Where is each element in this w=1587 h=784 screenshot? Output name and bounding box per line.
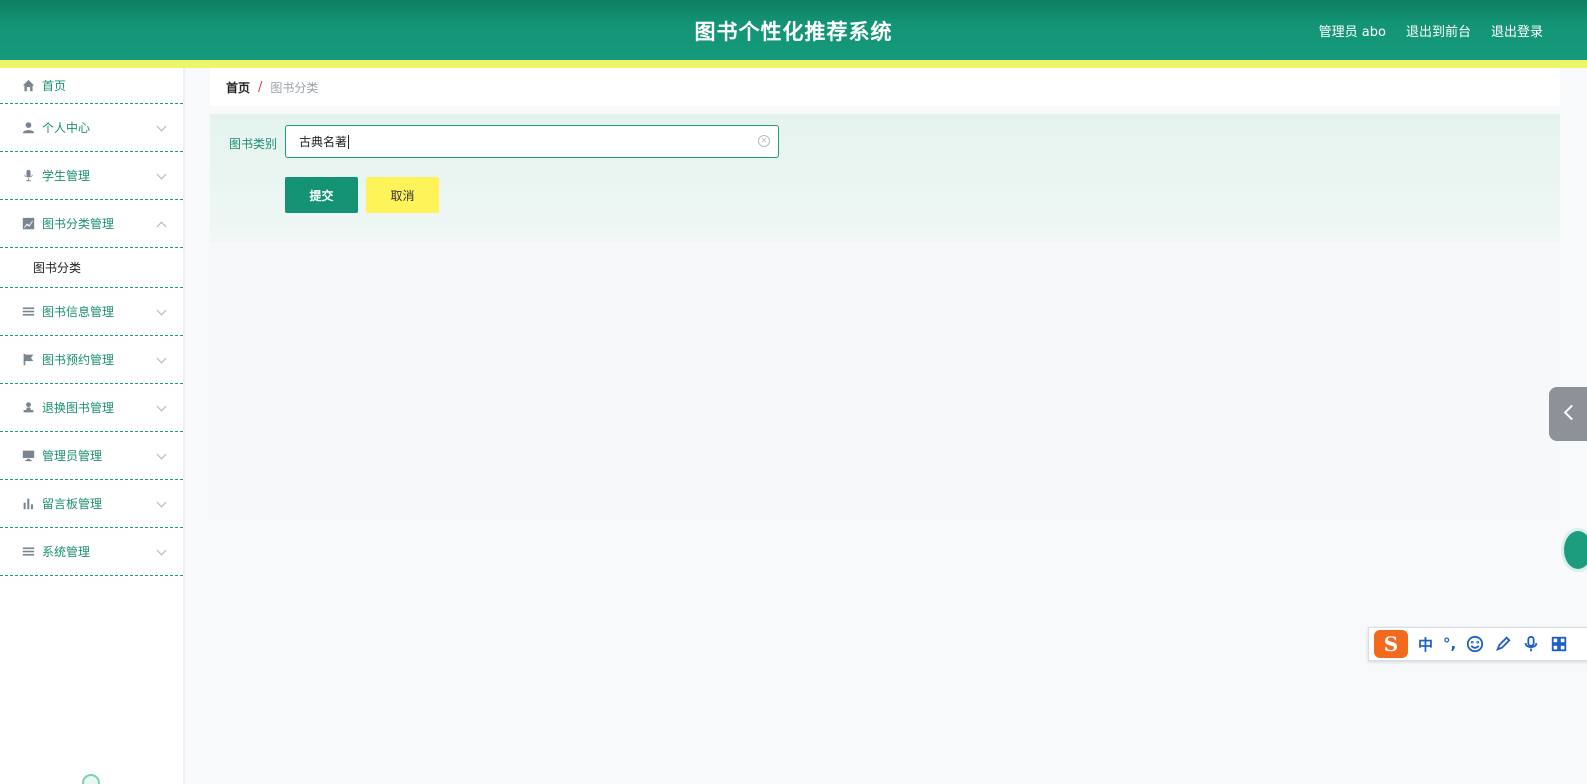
ime-language-toggle[interactable]: 中 (1418, 634, 1433, 655)
chevron-down-icon (156, 401, 167, 411)
bar-chart-icon (21, 497, 35, 511)
sidebar-item-system-mgmt[interactable]: 系统管理 (0, 528, 183, 576)
clear-icon[interactable]: ✕ (758, 135, 770, 147)
sidebar-item-book-reservation-mgmt[interactable]: 图书预约管理 (0, 336, 183, 384)
sidebar-item-label: 图书信息管理 (42, 305, 115, 319)
floating-assistant-button[interactable] (1561, 528, 1587, 572)
sidebar-item-label: 个人中心 (42, 121, 91, 135)
user-icon (21, 121, 35, 135)
sidebar-item-label: 管理员管理 (42, 449, 103, 463)
header-actions: 管理员 abo 退出到前台 退出登录 (1319, 21, 1543, 40)
sidebar-item-label: 系统管理 (42, 545, 91, 559)
ime-toolbar: S 中 °, (1368, 627, 1587, 661)
book-category-form: 图书类别 古典名著 ✕ 提交 取消 (210, 114, 1560, 242)
sidebar-item-message-board-mgmt[interactable]: 留言板管理 (0, 480, 183, 528)
chevron-down-icon (156, 353, 167, 363)
sidebar-item-profile[interactable]: 个人中心 (0, 104, 183, 152)
user-stamp-icon (21, 401, 35, 415)
sidebar-item-home[interactable]: 首页 (0, 68, 183, 104)
chevron-down-icon (156, 169, 167, 179)
breadcrumb-current: 图书分类 (270, 80, 319, 95)
sidebar-item-book-info-mgmt[interactable]: 图书信息管理 (0, 288, 183, 336)
menu-icon (21, 545, 35, 559)
chevron-down-icon (156, 121, 167, 131)
monitor-icon (21, 449, 35, 463)
text-caret (348, 134, 350, 149)
header: 图书个性化推荐系统 管理员 abo 退出到前台 退出登录 (0, 0, 1587, 68)
content-area (210, 242, 1560, 520)
current-user-label: 管理员 abo (1318, 25, 1386, 40)
voice-icon[interactable] (1522, 635, 1540, 653)
sidebar-subitem-book-category[interactable]: 图书分类 (0, 248, 183, 288)
sidebar-item-label: 图书预约管理 (42, 353, 115, 367)
submit-button[interactable]: 提交 (285, 177, 358, 213)
sidebar-item-label: 首页 (42, 79, 67, 93)
chevron-down-icon (156, 449, 167, 459)
breadcrumb-home[interactable]: 首页 (226, 79, 250, 96)
toolbox-icon[interactable] (1550, 635, 1568, 653)
sidebar-item-students[interactable]: 学生管理 (0, 152, 183, 200)
sidebar-item-label: 退换图书管理 (42, 401, 115, 415)
ime-punctuation-toggle[interactable]: °, (1443, 635, 1456, 653)
microphone-icon (21, 169, 35, 183)
category-input-value: 古典名著 (299, 135, 348, 149)
home-icon (21, 79, 35, 93)
list-icon (21, 305, 35, 319)
header-bar: 图书个性化推荐系统 管理员 abo 退出到前台 退出登录 (0, 0, 1587, 60)
category-label: 图书类别 (229, 137, 278, 151)
logout-link[interactable]: 退出登录 (1491, 21, 1543, 40)
sidebar: 首页 个人中心 学生管理 图书分类管理 图书分类 图书信息管理 图书预约管理 退… (0, 68, 185, 784)
chevron-down-icon (156, 545, 167, 555)
emoji-icon[interactable] (1466, 635, 1484, 653)
sidebar-bottom-icon (82, 774, 100, 784)
sidebar-item-label: 学生管理 (42, 169, 91, 183)
side-collapse-tab[interactable] (1549, 387, 1587, 441)
category-input[interactable]: 古典名著 ✕ (285, 125, 779, 158)
sidebar-item-label: 留言板管理 (42, 497, 103, 511)
sidebar-item-book-category-mgmt[interactable]: 图书分类管理 (0, 200, 183, 248)
sidebar-item-label: 图书分类管理 (42, 217, 115, 231)
sidebar-item-book-return-mgmt[interactable]: 退换图书管理 (0, 384, 183, 432)
sidebar-item-admin-mgmt[interactable]: 管理员管理 (0, 432, 183, 480)
chart-icon (21, 217, 35, 231)
chevron-left-icon (1563, 404, 1580, 421)
chevron-down-icon (156, 497, 167, 507)
chevron-down-icon (156, 305, 167, 315)
handwriting-icon[interactable] (1494, 635, 1512, 653)
chevron-up-icon (156, 221, 167, 231)
cancel-button[interactable]: 取消 (366, 177, 439, 213)
exit-to-front-link[interactable]: 退出到前台 (1406, 21, 1471, 40)
ime-logo[interactable]: S (1374, 630, 1408, 658)
breadcrumb: 首页 / 图书分类 (210, 68, 1560, 106)
flag-icon (21, 353, 35, 367)
breadcrumb-separator: / (258, 79, 263, 95)
